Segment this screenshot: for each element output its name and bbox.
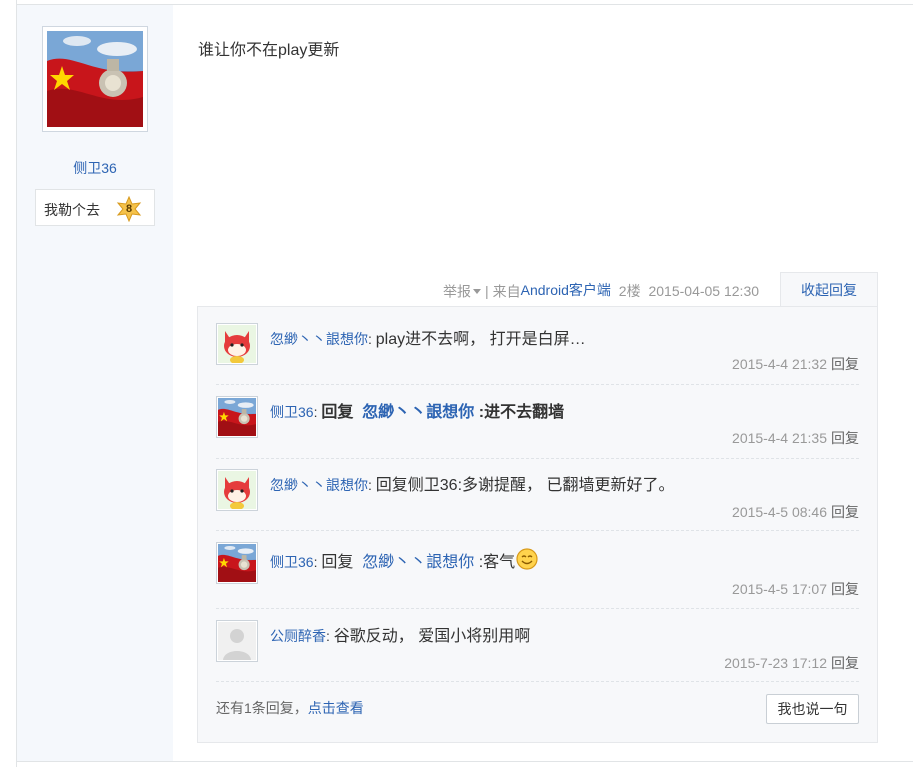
reply-time: 2015-7-23 17:12	[724, 655, 827, 671]
reply-username[interactable]: 忽緲丶丶詪想你	[270, 477, 368, 493]
reply-username[interactable]: 忽緲丶丶詪想你	[270, 331, 368, 347]
add-reply-button[interactable]: 我也说一句	[766, 694, 859, 724]
reply-colon: :	[326, 628, 334, 644]
reply-prefix: 回复	[321, 554, 354, 571]
reply-button[interactable]: 回复	[831, 356, 859, 372]
reply-button[interactable]: 回复	[831, 430, 859, 446]
cartoon-fox-avatar-icon	[218, 325, 256, 363]
reply-prefix: 回复	[321, 404, 354, 421]
reply-line: 侧卫36: 回复 忽緲丶丶詪想你 :进不去翻墙	[270, 398, 564, 422]
chinese-flag-avatar-icon	[218, 544, 256, 582]
collapse-replies-tab[interactable]: 收起回复	[780, 272, 878, 307]
reply-item: 公厕醉香: 谷歌反动， 爱国小将别用啊 2015-7-23 17:12 回复	[216, 620, 859, 680]
report-button[interactable]: 举报	[443, 282, 481, 299]
floor-number: 2楼	[618, 283, 641, 300]
reply-line: 侧卫36: 回复 忽緲丶丶詪想你 :客气	[270, 548, 538, 572]
reply-target-link[interactable]: 忽緲丶丶詪想你	[362, 404, 474, 421]
reply-colon: :	[368, 477, 376, 493]
reply-divider	[216, 384, 859, 385]
reply-item: 忽緲丶丶詪想你: 回复侧卫36:多谢提醒， 已翻墙更新好了。 2015-4-5 …	[216, 469, 859, 529]
reply-line: 公厕醉香: 谷歌反动， 爱国小将别用啊	[270, 622, 530, 646]
chinese-flag-avatar-icon	[218, 398, 256, 436]
reply-time: 2015-4-4 21:32	[732, 356, 827, 372]
bottom-divider	[16, 761, 913, 762]
reply-line: 忽緲丶丶詪想你: play进不去啊， 打开是白屏…	[270, 325, 586, 349]
reply-username[interactable]: 公厕醉香	[270, 628, 326, 644]
reply-item: 侧卫36: 回复 忽緲丶丶詪想你 :进不去翻墙 2015-4-4 21:35 回复	[216, 396, 859, 456]
level-title: 我勒个去	[44, 202, 100, 218]
default-user-avatar-icon	[218, 622, 256, 660]
caret-down-icon	[473, 288, 481, 294]
reply-divider	[216, 530, 859, 531]
smiley-icon	[516, 548, 538, 570]
client-link[interactable]: Android客户端	[521, 282, 611, 298]
post-tail: 举报 | 来自Android客户端 2楼 2015-04-05 12:30	[443, 280, 759, 301]
reply-text: 回复侧卫36:多谢提醒， 已翻墙更新好了。	[375, 477, 675, 494]
reply-avatar[interactable]	[216, 396, 258, 438]
collapse-replies-link[interactable]: 收起回复	[801, 282, 857, 298]
chinese-flag-avatar-icon	[47, 31, 143, 127]
view-more-link[interactable]: 点击查看	[308, 700, 364, 716]
reply-avatar[interactable]	[216, 323, 258, 365]
more-replies-text: 还有1条回复，	[216, 700, 308, 716]
reply-button[interactable]: 回复	[831, 581, 859, 597]
reply-target-link[interactable]: 忽緲丶丶詪想你	[362, 554, 474, 571]
reply-divider	[216, 681, 859, 682]
reply-text: :客气	[478, 554, 516, 571]
reply-button[interactable]: 回复	[831, 655, 859, 671]
post-content: 谁让你不在play更新	[198, 42, 340, 59]
reply-text: :进不去翻墙	[478, 404, 565, 421]
reply-username[interactable]: 侧卫36	[270, 404, 314, 420]
reply-meta: 2015-4-5 17:07 回复	[732, 579, 859, 599]
reply-meta: 2015-4-4 21:35 回复	[732, 428, 859, 448]
reply-item: 侧卫36: 回复 忽緲丶丶詪想你 :客气 2015-4-5 17:07 回复	[216, 542, 859, 608]
author-name[interactable]: 侧卫36	[17, 158, 173, 178]
reply-text: play进不去啊， 打开是白屏…	[375, 331, 586, 348]
more-replies: 还有1条回复，点击查看	[216, 698, 364, 718]
reply-text: 谷歌反动， 爱国小将别用啊	[333, 628, 531, 645]
reply-time: 2015-4-5 08:46	[732, 504, 827, 520]
reply-divider	[216, 458, 859, 459]
author-avatar[interactable]	[42, 26, 148, 132]
reply-avatar[interactable]	[216, 542, 258, 584]
from-label: 来自	[492, 283, 521, 300]
reply-button[interactable]: 回复	[831, 504, 859, 520]
reply-meta: 2015-4-5 08:46 回复	[732, 502, 859, 522]
post-time: 2015-04-05 12:30	[648, 283, 760, 300]
reply-item: 忽緲丶丶詪想你: play进不去啊， 打开是白屏… 2015-4-4 21:32…	[216, 323, 859, 383]
reply-line: 忽緲丶丶詪想你: 回复侧卫36:多谢提醒， 已翻墙更新好了。	[270, 471, 674, 495]
reply-meta: 2015-4-4 21:32 回复	[732, 354, 859, 374]
reply-divider	[216, 608, 859, 609]
tail-separator: |	[485, 283, 489, 300]
reply-avatar[interactable]	[216, 469, 258, 511]
reply-time: 2015-4-5 17:07	[732, 581, 827, 597]
reply-meta: 2015-7-23 17:12 回复	[724, 653, 859, 673]
author-sidebar: 侧卫36 我勒个去 8	[17, 5, 173, 761]
reply-list: 忽緲丶丶詪想你: play进不去啊， 打开是白屏… 2015-4-4 21:32…	[197, 306, 878, 743]
cartoon-fox-avatar-icon	[218, 471, 256, 509]
reply-colon: :	[368, 331, 376, 347]
author-name-link[interactable]: 侧卫36	[73, 160, 117, 176]
reply-time: 2015-4-4 21:35	[732, 430, 827, 446]
level-number: 8	[125, 203, 133, 215]
level-badge[interactable]: 我勒个去 8	[35, 189, 155, 226]
reply-username[interactable]: 侧卫36	[270, 554, 314, 570]
reply-avatar[interactable]	[216, 620, 258, 662]
